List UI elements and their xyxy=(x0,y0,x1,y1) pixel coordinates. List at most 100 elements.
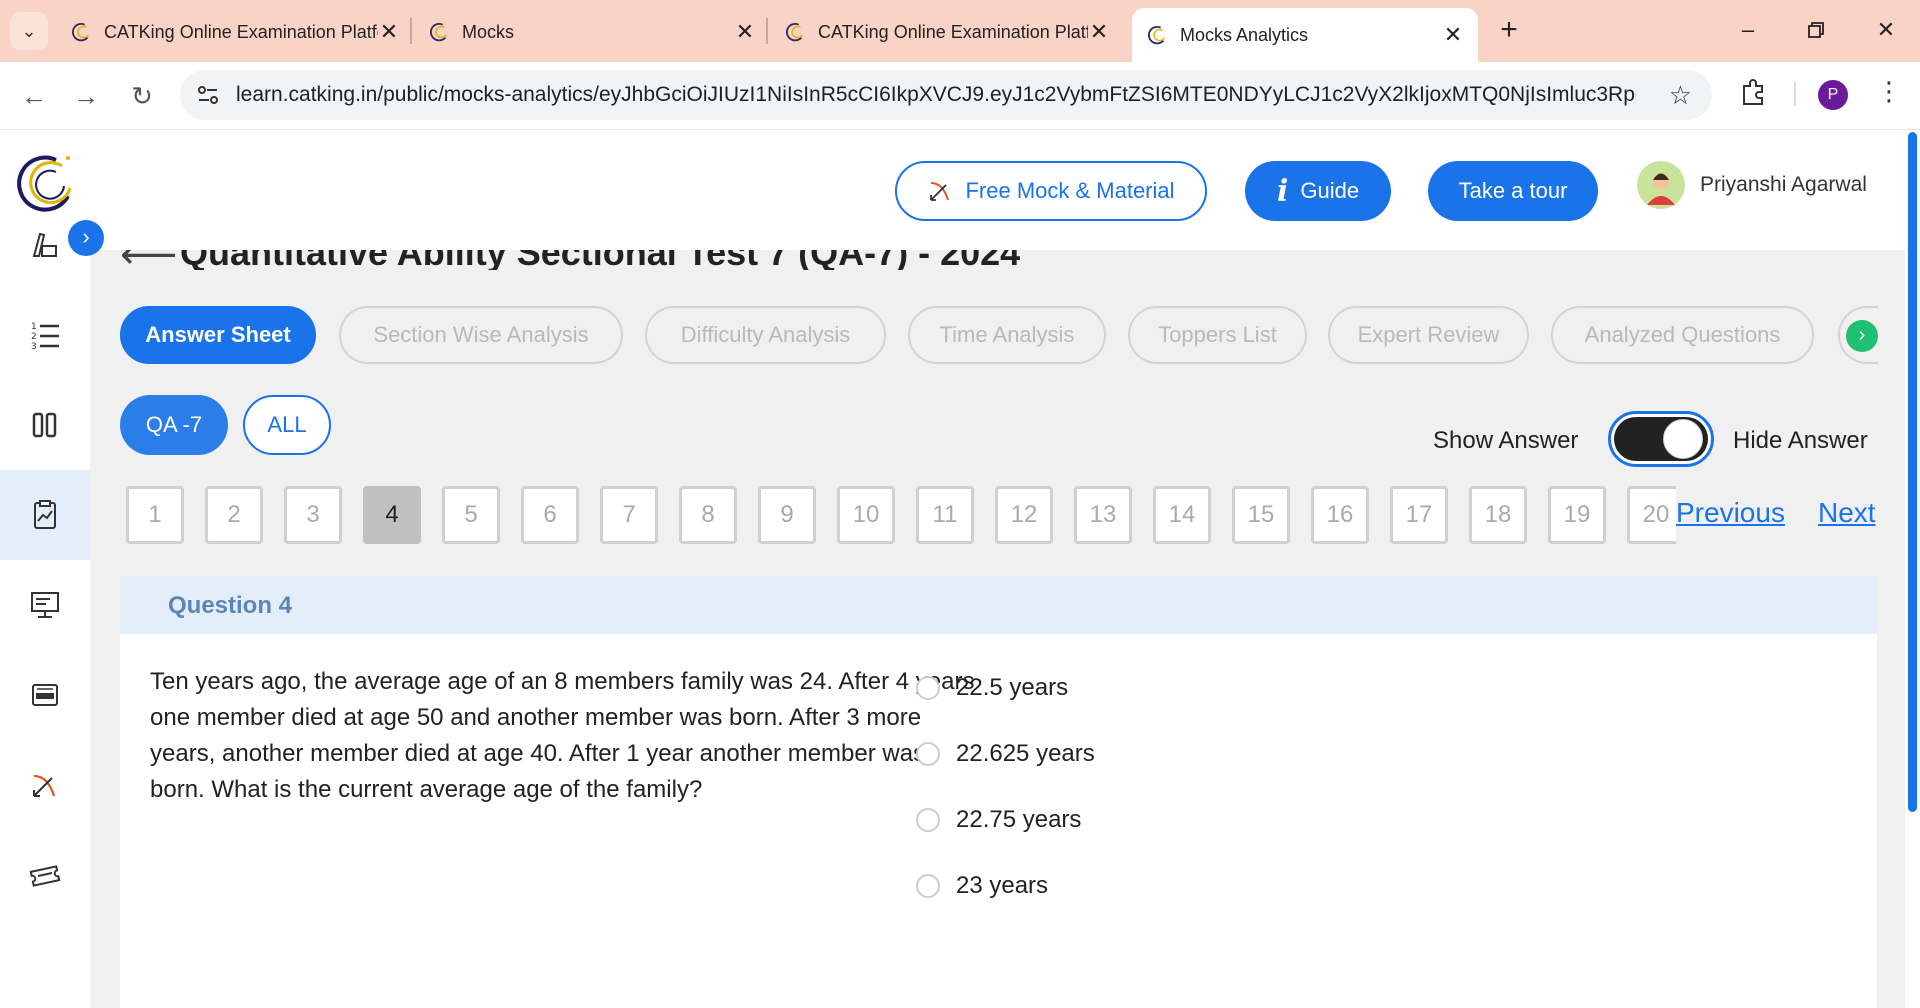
tab-answer-sheet[interactable]: Answer Sheet xyxy=(120,306,316,364)
browser-tab-active[interactable]: Mocks Analytics ✕ xyxy=(1132,8,1478,62)
option-radio[interactable] xyxy=(916,676,940,700)
monitor-teacher-icon xyxy=(31,592,59,618)
toggle-knob xyxy=(1663,419,1703,459)
extensions-puzzle-icon[interactable] xyxy=(1738,78,1768,108)
answer-option-1[interactable]: 22.5 years xyxy=(916,674,1068,702)
more-menu-icon[interactable]: ⋮ xyxy=(1876,76,1902,107)
address-bar[interactable]: learn.catking.in/public/mocks-analytics/… xyxy=(180,70,1712,120)
bow-arrow-icon xyxy=(33,774,56,797)
answer-option-4[interactable]: 23 years xyxy=(916,872,1048,900)
tab-toppers-list[interactable]: Toppers List xyxy=(1128,306,1307,364)
sidebar-item-ebook[interactable] xyxy=(0,650,90,740)
close-tab-icon[interactable]: ✕ xyxy=(1442,22,1464,48)
app-header: Free Mock & Material i Guide Take a tour… xyxy=(90,130,1905,250)
question-number-button[interactable]: 12 xyxy=(995,486,1053,544)
option-radio[interactable] xyxy=(916,742,940,766)
section-button-all[interactable]: ALL xyxy=(243,395,331,455)
answer-option-3[interactable]: 22.75 years xyxy=(916,806,1081,834)
url-text[interactable]: learn.catking.in/public/mocks-analytics/… xyxy=(236,83,1636,107)
minimize-window-icon[interactable]: – xyxy=(1728,10,1768,50)
show-answer-label: Show Answer xyxy=(1433,427,1579,454)
question-number-button[interactable]: 13 xyxy=(1074,486,1132,544)
new-tab-plus-icon[interactable]: + xyxy=(1494,12,1524,50)
clipboard-chart-icon xyxy=(34,500,56,529)
close-tab-icon[interactable]: ✕ xyxy=(378,19,400,45)
tab-separator xyxy=(766,18,768,44)
previous-question-link[interactable]: Previous xyxy=(1676,497,1785,529)
tabs-scroll-next-button[interactable]: › xyxy=(1838,306,1878,364)
site-settings-icon[interactable] xyxy=(196,83,220,107)
forward-arrow-icon[interactable]: → xyxy=(68,78,104,114)
option-label: 22.75 years xyxy=(956,806,1082,833)
question-number-button[interactable]: 5 xyxy=(442,486,500,544)
answer-visibility-toggle[interactable] xyxy=(1608,411,1714,467)
sidebar-item-free-material[interactable] xyxy=(0,740,90,830)
ebook-icon xyxy=(32,684,58,706)
browser-tab-3[interactable]: CATKing Online Examination Platform ✕ xyxy=(784,10,1110,54)
page-scrollbar[interactable] xyxy=(1905,130,1920,1008)
question-title: Question 4 xyxy=(168,592,293,619)
chevron-right-icon: › xyxy=(1846,320,1878,352)
reload-icon[interactable]: ↻ xyxy=(124,78,160,114)
question-number-button[interactable]: 19 xyxy=(1548,486,1606,544)
browser-tab-strip: ⌄ CATKing Online Examination Platform ✕ … xyxy=(0,0,1920,62)
close-tab-icon[interactable]: ✕ xyxy=(1088,19,1110,45)
free-mock-material-button[interactable]: Free Mock & Material xyxy=(895,161,1207,221)
tab-difficulty-analysis[interactable]: Difficulty Analysis xyxy=(645,306,886,364)
question-number-button[interactable]: 1 xyxy=(126,486,184,544)
browser-tab-1[interactable]: CATKing Online Examination Platform ✕ xyxy=(70,10,400,54)
browser-tab-2[interactable]: Mocks ✕ xyxy=(428,10,756,54)
question-number-button[interactable]: 9 xyxy=(758,486,816,544)
back-arrow-icon[interactable]: ← xyxy=(16,78,52,114)
sidebar-item-analytics[interactable] xyxy=(0,470,90,560)
user-avatar-icon xyxy=(1647,173,1675,205)
option-radio[interactable] xyxy=(916,808,940,832)
option-label: 22.625 years xyxy=(956,740,1095,767)
take-a-tour-button[interactable]: Take a tour xyxy=(1428,161,1598,221)
question-number-button[interactable]: 17 xyxy=(1390,486,1448,544)
question-number-button[interactable]: 10 xyxy=(837,486,895,544)
free-mock-label: Free Mock & Material xyxy=(965,178,1175,203)
question-number-button[interactable]: 11 xyxy=(916,486,974,544)
next-question-link[interactable]: Next xyxy=(1818,497,1876,529)
sidebar-item-tickets[interactable] xyxy=(0,830,90,920)
tab-section-wise-analysis[interactable]: Section Wise Analysis xyxy=(339,306,623,364)
restore-window-icon[interactable] xyxy=(1796,10,1836,50)
tab-time-analysis[interactable]: Time Analysis xyxy=(908,306,1106,364)
question-number-button[interactable]: 16 xyxy=(1311,486,1369,544)
question-number-button[interactable]: 6 xyxy=(521,486,579,544)
question-number-button[interactable]: 3 xyxy=(284,486,342,544)
user-avatar[interactable] xyxy=(1637,161,1685,209)
question-number-button[interactable]: 14 xyxy=(1153,486,1211,544)
close-window-icon[interactable]: ✕ xyxy=(1866,10,1906,50)
tab-search-chevron-icon[interactable]: ⌄ xyxy=(10,12,48,50)
tab-title: Mocks Analytics xyxy=(1180,24,1309,45)
question-number-button[interactable]: 2 xyxy=(205,486,263,544)
question-number-button[interactable]: 20 xyxy=(1627,486,1676,544)
answer-option-2[interactable]: 22.625 years xyxy=(916,740,1095,768)
svg-text:1: 1 xyxy=(31,322,37,332)
question-number-strip[interactable]: 1 2 3 4 5 6 7 8 9 10 11 12 13 14 15 16 1… xyxy=(120,482,1676,548)
option-radio[interactable] xyxy=(916,874,940,898)
user-name[interactable]: Priyanshi Agarwal xyxy=(1700,173,1867,197)
bookmark-star-icon[interactable]: ☆ xyxy=(1669,80,1692,111)
section-button-qa7[interactable]: QA -7 xyxy=(120,395,228,455)
profile-avatar[interactable]: P xyxy=(1818,80,1848,110)
sidebar-expand-chevron-icon[interactable]: › xyxy=(68,220,104,256)
question-number-button[interactable]: 7 xyxy=(600,486,658,544)
question-number-button-current[interactable]: 4 xyxy=(363,486,421,544)
option-label: 23 years xyxy=(956,872,1049,899)
guide-label: Guide xyxy=(1300,178,1360,203)
question-number-button[interactable]: 15 xyxy=(1232,486,1290,544)
guide-button[interactable]: i Guide xyxy=(1245,161,1391,221)
scrollbar-thumb[interactable] xyxy=(1908,132,1917,812)
info-i-icon: i xyxy=(1276,173,1289,209)
close-tab-icon[interactable]: ✕ xyxy=(734,19,756,45)
sidebar-item-classes[interactable] xyxy=(0,560,90,650)
sidebar-item-list[interactable]: 123 xyxy=(0,290,90,380)
tab-expert-review[interactable]: Expert Review xyxy=(1328,306,1529,364)
question-number-button[interactable]: 18 xyxy=(1469,486,1527,544)
tab-analyzed-questions[interactable]: Analyzed Questions xyxy=(1551,306,1814,364)
question-number-button[interactable]: 8 xyxy=(679,486,737,544)
sidebar-item-books[interactable] xyxy=(0,380,90,470)
